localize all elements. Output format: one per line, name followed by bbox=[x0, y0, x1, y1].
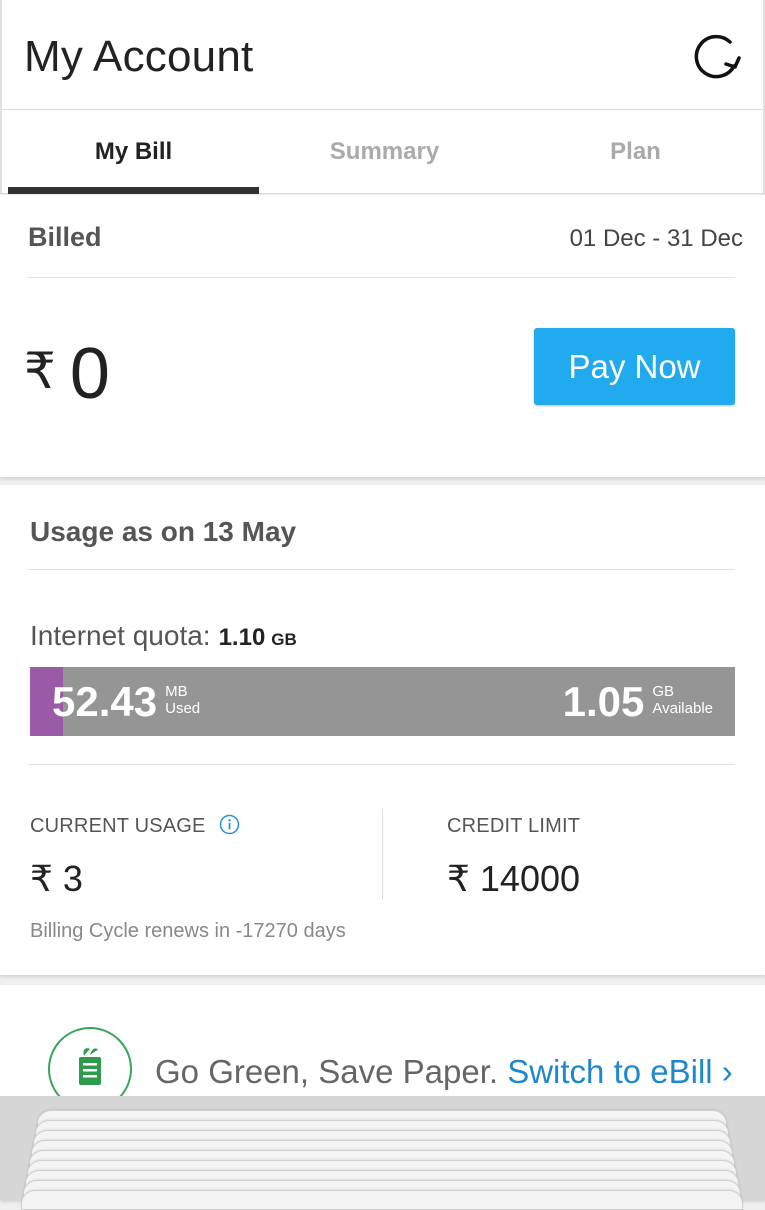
column-divider bbox=[382, 809, 383, 899]
quota-label: Internet quota: bbox=[30, 620, 211, 651]
credit-limit-label: CREDIT LIMIT bbox=[447, 815, 581, 837]
current-usage-value: ₹ 3 bbox=[30, 858, 83, 899]
tab-summary[interactable]: Summary bbox=[259, 110, 510, 194]
available-value: 1.05 bbox=[562, 678, 645, 725]
usage-bar: 52.43 MB Used 1.05 GB Available bbox=[30, 667, 735, 736]
internet-quota: Internet quota: 1.10 GB bbox=[30, 620, 297, 652]
pay-now-button[interactable]: Pay Now bbox=[534, 328, 735, 405]
used-label: Used bbox=[165, 700, 201, 717]
available-label: Available bbox=[652, 700, 713, 717]
tab-bar: My Bill Summary Plan bbox=[0, 110, 765, 194]
usage-card: Usage as on 13 May Internet quota: 1.10 GB… bbox=[0, 485, 765, 975]
page-title: My Account bbox=[24, 32, 254, 81]
divider bbox=[28, 764, 735, 765]
bottom-overlay bbox=[0, 1096, 765, 1210]
billed-card: Billed 01 Dec - 31 Dec ₹0 Pay Now bbox=[0, 195, 765, 477]
tab-plan[interactable]: Plan bbox=[510, 110, 761, 194]
quota-unit: GB bbox=[271, 630, 297, 649]
switch-to-ebill-link[interactable]: Switch to eBill › bbox=[507, 1053, 733, 1090]
usage-title: Usage as on 13 May bbox=[30, 516, 297, 547]
current-usage-label: CURRENT USAGE bbox=[30, 815, 206, 837]
refresh-icon[interactable] bbox=[686, 28, 744, 86]
billed-label: Billed bbox=[28, 222, 102, 252]
go-green-message: Go Green, Save Paper. Switch to eBill › bbox=[155, 1053, 733, 1091]
divider bbox=[28, 569, 735, 570]
billed-amount-value: 0 bbox=[69, 334, 110, 414]
available-readout: 1.05 GB Available bbox=[563, 679, 713, 725]
info-icon[interactable] bbox=[219, 814, 240, 835]
billing-period: 01 Dec - 31 Dec bbox=[569, 225, 743, 252]
used-value: 52.43 bbox=[52, 678, 158, 725]
active-tab-indicator bbox=[8, 187, 259, 194]
quota-value: 1.10 bbox=[218, 624, 266, 651]
app-bar: My Account bbox=[0, 0, 765, 110]
billed-amount: ₹0 bbox=[24, 333, 110, 415]
go-green-text: Go Green, Save Paper. bbox=[155, 1053, 499, 1090]
billing-cycle-renew-text: Billing Cycle renews in -17270 days bbox=[30, 920, 346, 942]
currency-symbol: ₹ bbox=[24, 343, 56, 399]
tab-my-bill[interactable]: My Bill bbox=[8, 110, 259, 194]
paper-sheet bbox=[21, 1190, 743, 1210]
available-unit: GB bbox=[652, 683, 675, 700]
used-readout: 52.43 MB Used bbox=[52, 679, 200, 725]
used-unit: MB bbox=[165, 683, 188, 700]
credit-limit-value: ₹ 14000 bbox=[447, 858, 581, 899]
divider bbox=[28, 277, 735, 278]
